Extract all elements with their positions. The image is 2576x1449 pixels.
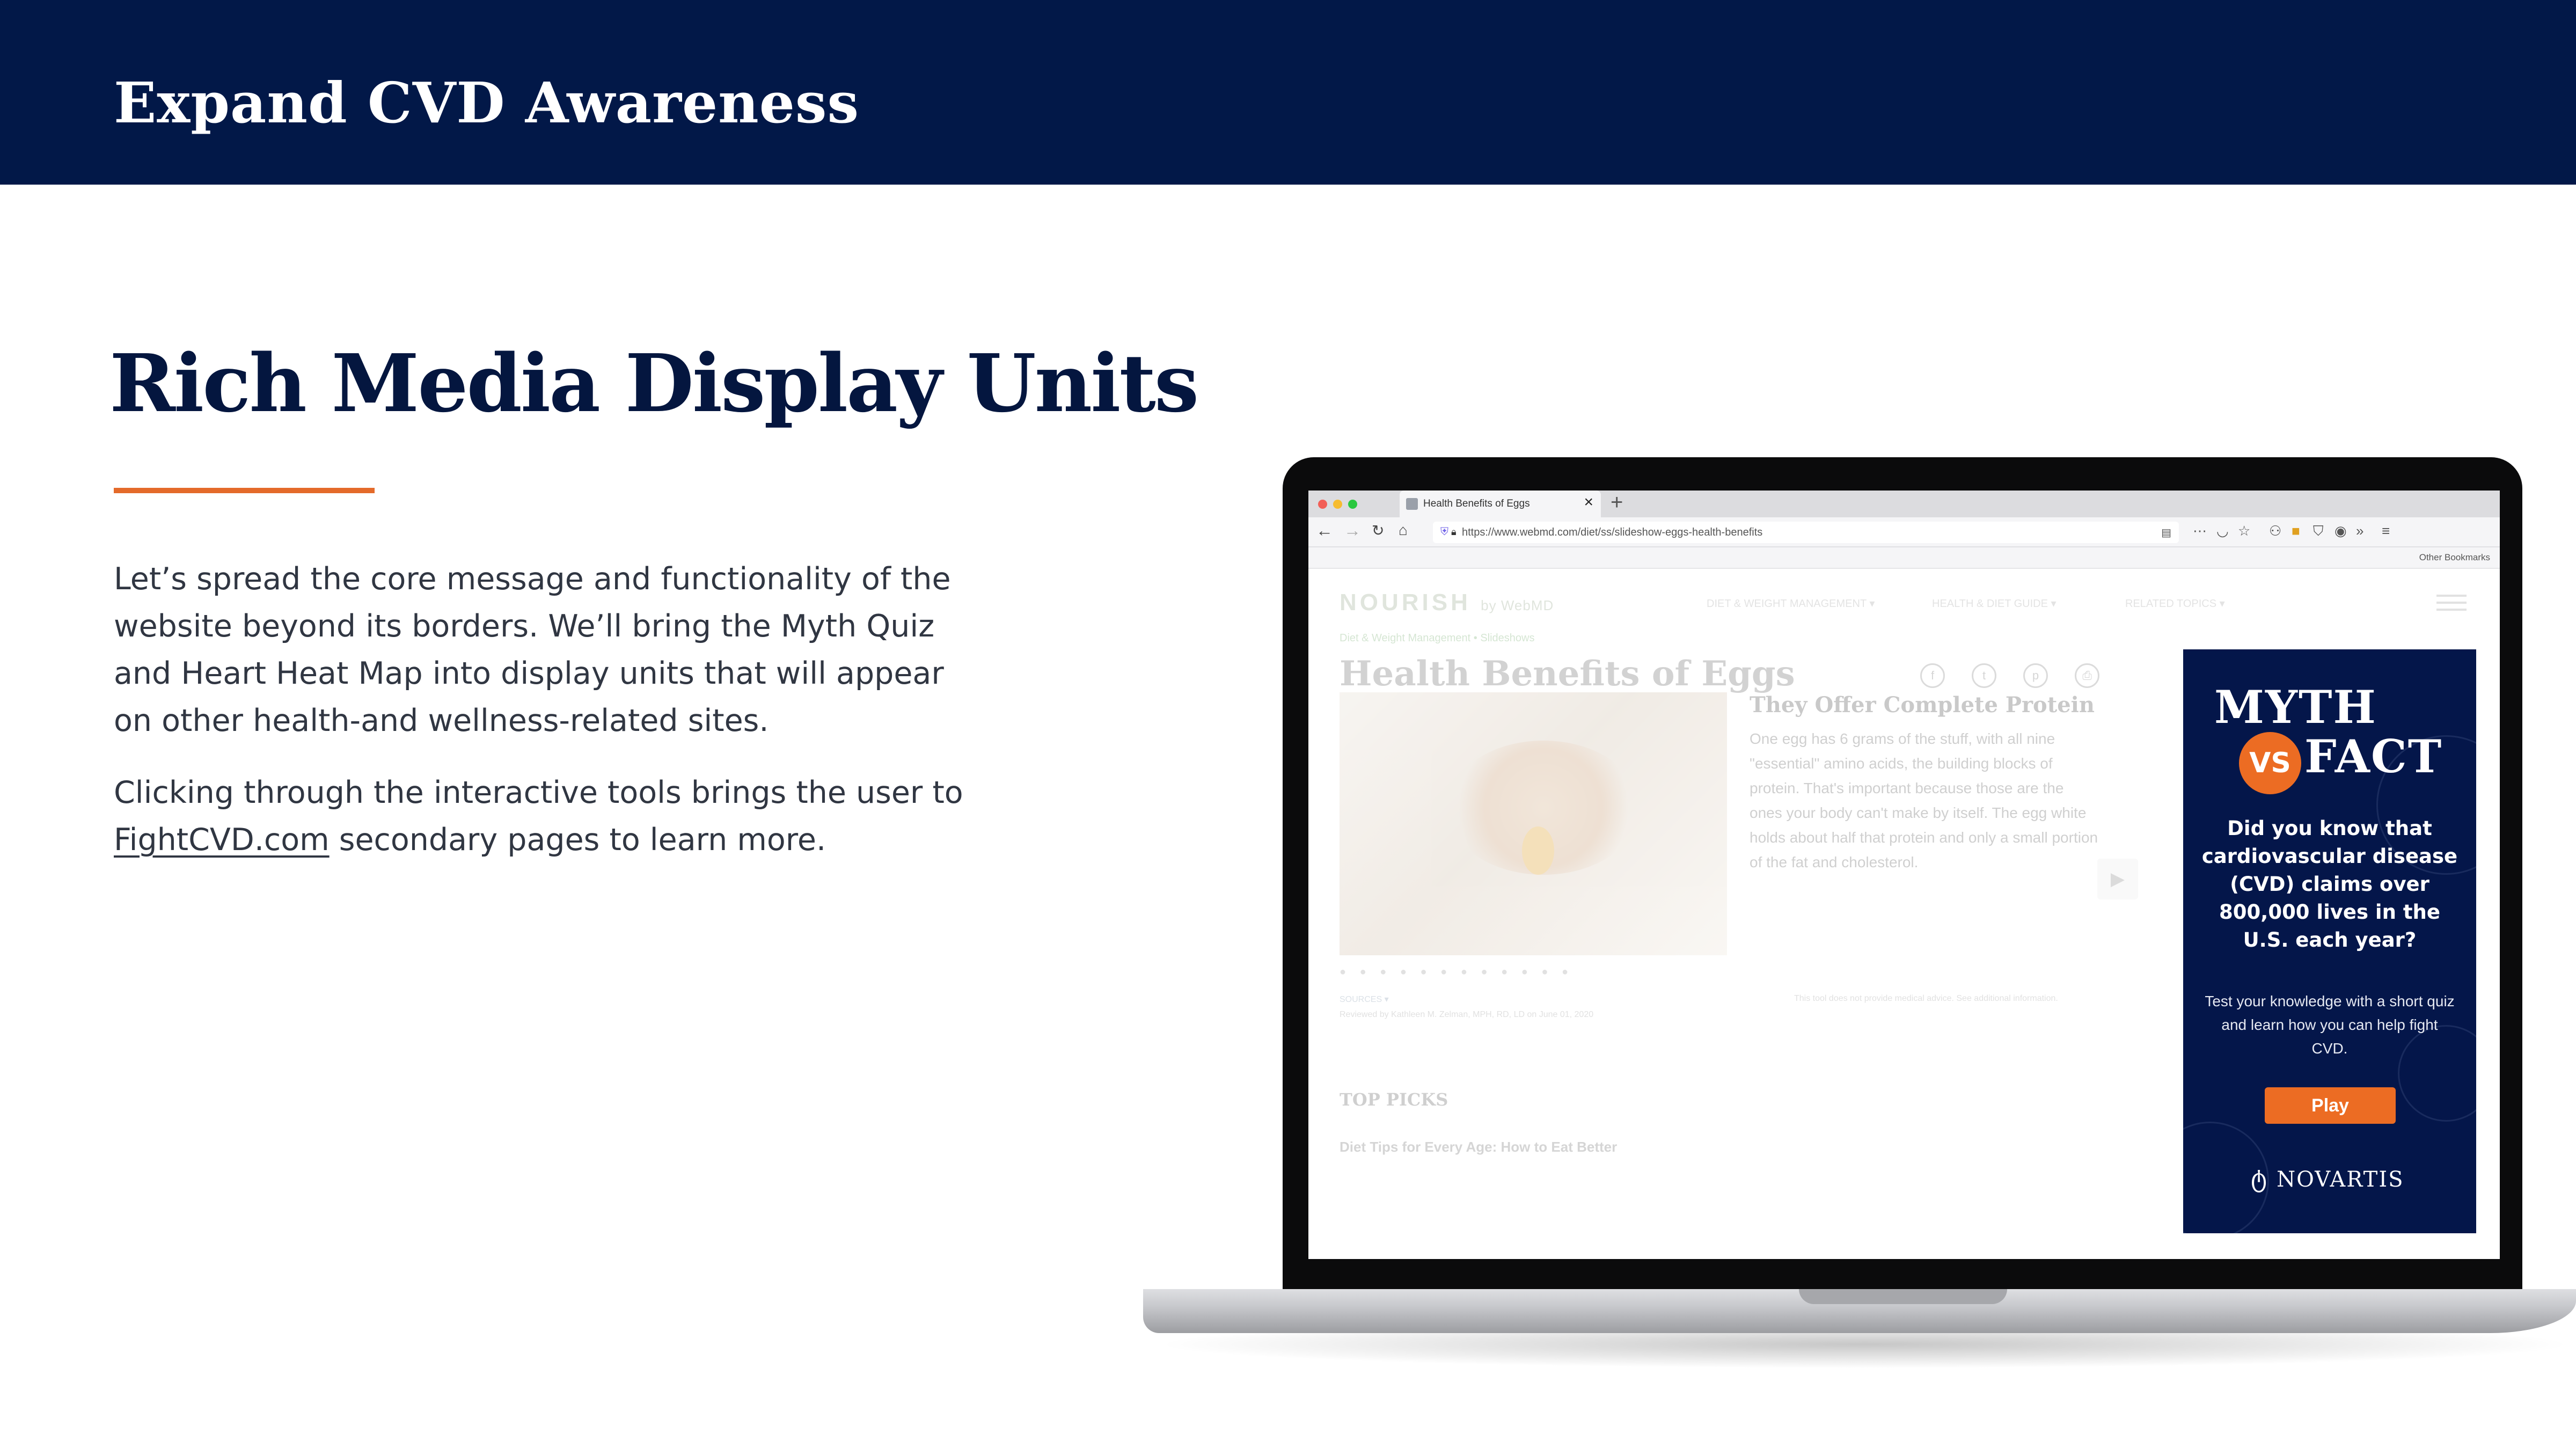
bookmarks-bar: Other Bookmarks <box>1308 547 2500 569</box>
slide-body: One egg has 6 grams of the stuff, with a… <box>1750 730 2098 870</box>
back-arrow-icon[interactable]: ← <box>1316 522 1333 539</box>
site-logo[interactable]: NOURISH by WebMD <box>1340 589 1554 616</box>
cta-text-before: Clicking through the interactive tools b… <box>114 775 963 810</box>
print-icon[interactable]: ⎙ <box>2075 663 2099 688</box>
plus-icon[interactable]: + <box>1611 492 1623 513</box>
extension-badge-icon[interactable]: ■ <box>2292 524 2300 538</box>
novartis-logo: ტ NOVARTIS <box>2251 1163 2404 1192</box>
article-title: Health Benefits of Eggs <box>1340 654 1795 694</box>
laptop-notch <box>1799 1289 2007 1304</box>
ad-cta-text: Test your knowledge with a short quiz an… <box>2205 993 2455 1057</box>
header-title: Expand CVD Awareness <box>114 70 860 136</box>
ad-sponsor-name: NOVARTIS <box>2277 1167 2404 1192</box>
shield-icon: ⛨ <box>1440 526 1448 538</box>
forward-arrow-icon[interactable]: → <box>1344 522 1361 539</box>
other-bookmarks[interactable]: Other Bookmarks <box>2419 552 2490 563</box>
slide-dots[interactable]: ● ● ● ● ● ● ● ● ● ● ● ● <box>1340 966 1574 978</box>
nav-related[interactable]: RELATED TOPICS ▾ <box>2125 597 2225 610</box>
ad-play-button[interactable]: Play <box>2265 1087 2396 1124</box>
page-title: Rich Media Display Units <box>109 336 1199 430</box>
minimize-window-icon[interactable] <box>1333 500 1342 509</box>
browser-tab-bar: Health Benefits of Eggs × + <box>1308 491 2500 517</box>
breadcrumb[interactable]: Diet & Weight Management • Slideshows <box>1340 632 1534 645</box>
hamburger-menu-icon[interactable] <box>2436 595 2467 611</box>
accent-divider <box>114 488 375 493</box>
browser-toolbar: ← → ↻ ⌂ ⛨ 🔒︎ https://www.webmd.com/diet/… <box>1308 517 2500 547</box>
top-pick-link[interactable]: Diet Tips for Every Age: How to Eat Bett… <box>1340 1139 1617 1155</box>
header-bar: Expand CVD Awareness <box>0 0 2576 185</box>
fightcvd-link[interactable]: FightCVD.com <box>114 822 330 858</box>
cta-paragraph: Clicking through the interactive tools b… <box>114 769 983 863</box>
tab-title: Health Benefits of Eggs <box>1423 498 1530 509</box>
intro-paragraph: Let’s spread the core message and functi… <box>114 561 951 738</box>
egg-photo <box>1340 692 1727 955</box>
account-icon[interactable]: ◉ <box>2334 524 2347 538</box>
ad-question: Did you know that cardiovascular disease… <box>2201 817 2458 952</box>
laptop-screen: Health Benefits of Eggs × + ← → ↻ ⌂ ⛨ 🔒︎… <box>1308 491 2500 1259</box>
ad-myth-text: MYTH <box>2214 680 2377 734</box>
nav-diet[interactable]: DIET & WEIGHT MANAGEMENT ▾ <box>1707 597 1875 610</box>
facebook-icon[interactable]: f <box>1920 663 1945 688</box>
close-window-icon[interactable] <box>1318 500 1327 509</box>
novartis-flame-icon: ტ <box>2251 1163 2268 1192</box>
star-icon[interactable]: ☆ <box>2238 524 2250 538</box>
home-icon[interactable]: ⌂ <box>1399 523 1408 538</box>
pinterest-icon[interactable]: p <box>2023 663 2048 688</box>
more-options-icon[interactable]: ⋯ <box>2193 524 2207 538</box>
address-bar[interactable]: ⛨ 🔒︎ https://www.webmd.com/diet/ss/slide… <box>1433 522 2179 543</box>
pocket-icon[interactable]: ◡ <box>2216 524 2229 538</box>
ad-fact-text: FACT <box>2304 730 2443 783</box>
lock-icon: 🔒︎ <box>1451 526 1457 537</box>
slide-subheading: They Offer Complete Protein <box>1750 692 2095 718</box>
browser-tab[interactable]: Health Benefits of Eggs × <box>1400 491 1601 517</box>
url-text: https://www.webmd.com/diet/ss/slideshow-… <box>1462 526 1763 538</box>
reload-icon[interactable]: ↻ <box>1372 523 1384 538</box>
reader-view-icon[interactable]: ▤ <box>2161 526 2171 539</box>
top-picks-heading: TOP PICKS <box>1340 1089 1448 1110</box>
site-logo-sub: by WebMD <box>1481 597 1554 613</box>
myth-vs-fact-ad[interactable]: MYTH VS FACT Did you know that cardiovas… <box>2183 649 2476 1233</box>
sources-toggle[interactable]: SOURCES ▾ <box>1340 994 1389 1005</box>
ad-vs-badge: VS <box>2239 732 2301 794</box>
shield-extension-icon[interactable]: ⛉ <box>2313 524 2324 538</box>
site-logo-text: NOURISH <box>1340 589 1471 616</box>
cta-text-after: secondary pages to learn more. <box>329 822 826 858</box>
close-icon[interactable]: × <box>1584 494 1593 510</box>
menu-icon[interactable]: ≡ <box>2382 524 2390 538</box>
disclaimer: This tool does not provide medical advic… <box>1794 994 2058 1003</box>
nav-health-guide[interactable]: HEALTH & DIET GUIDE ▾ <box>1932 597 2057 610</box>
twitter-icon[interactable]: t <box>1972 663 1996 688</box>
extension-icon[interactable]: ⚇ <box>2269 524 2281 538</box>
yolk-shape <box>1522 826 1554 875</box>
overflow-chevron-icon[interactable]: » <box>2356 524 2363 538</box>
reviewed-by: Reviewed by Kathleen M. Zelman, MPH, RD,… <box>1340 1010 1594 1019</box>
maximize-window-icon[interactable] <box>1348 500 1357 509</box>
favicon-icon <box>1406 498 1418 510</box>
next-slide-arrow-icon[interactable]: ▶ <box>2097 859 2138 899</box>
